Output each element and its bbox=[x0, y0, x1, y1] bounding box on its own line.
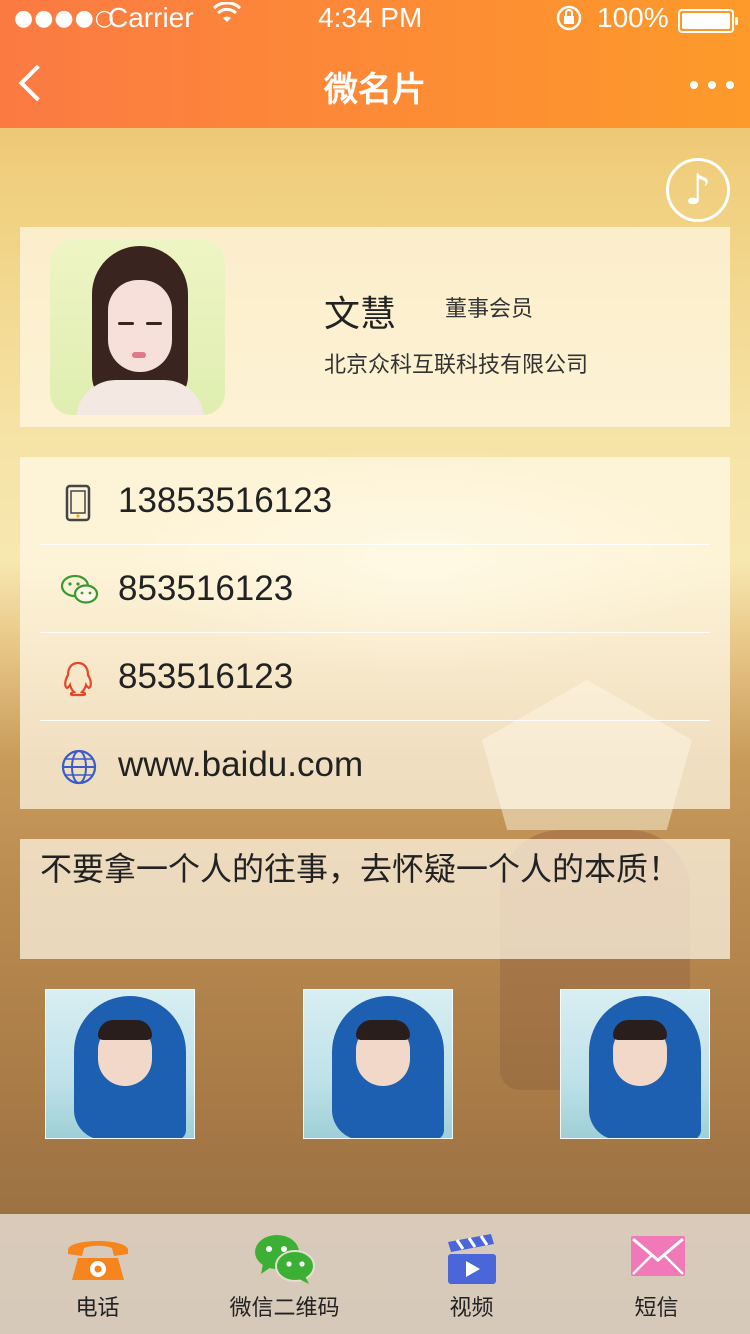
globe-icon bbox=[60, 748, 97, 785]
wechat-icon bbox=[60, 572, 99, 608]
photo-thumbnail[interactable] bbox=[560, 989, 710, 1139]
telephone-icon bbox=[64, 1232, 132, 1288]
wechat-icon bbox=[253, 1232, 317, 1290]
battery-icon bbox=[678, 9, 738, 33]
photo-thumbnail[interactable] bbox=[45, 989, 195, 1139]
profile-company: 北京众科互联科技有限公司 bbox=[324, 353, 589, 378]
wechat-id: 853516123 bbox=[118, 569, 294, 608]
tab-phone[interactable]: 电话 bbox=[4, 1214, 191, 1334]
video-clapper-icon bbox=[445, 1232, 499, 1290]
dot-icon bbox=[690, 81, 698, 89]
contact-row-qq[interactable]: 853516123 bbox=[40, 633, 710, 721]
contact-row-phone[interactable]: 13853516123 bbox=[40, 457, 710, 545]
envelope-icon bbox=[629, 1232, 687, 1282]
more-options-button[interactable] bbox=[690, 78, 734, 92]
clock: 4:34 PM bbox=[318, 2, 423, 33]
tab-label: 视频 bbox=[449, 1296, 494, 1321]
tab-sms[interactable]: 短信 bbox=[563, 1214, 750, 1334]
profile-name: 文慧 bbox=[324, 294, 397, 335]
phone-number: 13853516123 bbox=[118, 481, 333, 520]
signal-icon: ●●●●○ bbox=[14, 6, 115, 31]
dot-icon bbox=[726, 81, 734, 89]
profile-card: 文慧 董事会员 北京众科互联科技有限公司 bbox=[20, 227, 730, 427]
profile-role: 董事会员 bbox=[445, 297, 534, 322]
music-note-icon[interactable]: ♪ bbox=[666, 158, 730, 222]
dot-icon bbox=[708, 81, 716, 89]
qq-icon bbox=[60, 660, 96, 697]
page-title: 微名片 bbox=[324, 70, 426, 110]
quote-text: 不要拿一个人的往事，去怀疑一个人的本质！ bbox=[40, 850, 681, 888]
tab-video[interactable]: 视频 bbox=[378, 1214, 565, 1334]
contact-row-wechat[interactable]: 853516123 bbox=[40, 545, 710, 633]
phone-icon bbox=[60, 484, 96, 522]
qq-number: 853516123 bbox=[118, 657, 294, 696]
carrier-label: Carrier bbox=[108, 2, 194, 33]
status-bar: ●●●●○ Carrier 4:34 PM 100% bbox=[0, 0, 750, 40]
bottom-tab-bar: 电话 微信二维码 视频 短信 bbox=[0, 1214, 750, 1334]
photo-thumbnail[interactable] bbox=[303, 989, 453, 1139]
rotation-lock-icon bbox=[555, 4, 583, 38]
wifi-icon bbox=[212, 1, 242, 32]
tab-label: 短信 bbox=[634, 1296, 679, 1321]
contact-row-website[interactable]: www.baidu.com bbox=[40, 721, 710, 809]
website-url[interactable]: www.baidu.com bbox=[118, 745, 363, 785]
tab-label: 微信二维码 bbox=[229, 1296, 340, 1321]
tab-wechat-qrcode[interactable]: 微信二维码 bbox=[191, 1214, 378, 1334]
tab-label: 电话 bbox=[75, 1296, 120, 1321]
avatar bbox=[50, 240, 225, 415]
signature-quote: 不要拿一个人的往事，去怀疑一个人的本质！ bbox=[20, 839, 730, 959]
battery-percent: 100% bbox=[597, 2, 669, 33]
contact-list: 13853516123 853516123 853516123 www.baid… bbox=[20, 457, 730, 809]
